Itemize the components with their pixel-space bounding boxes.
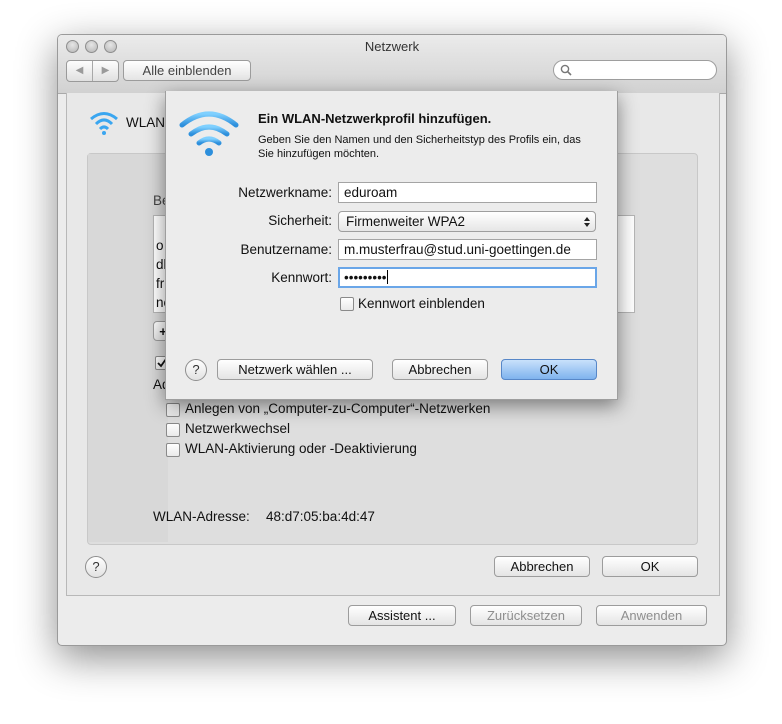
wlan-toggle-label: WLAN-Aktivierung oder -Deaktivierung — [185, 441, 417, 456]
reset-button[interactable]: Zurücksetzen — [470, 605, 582, 626]
ok-button[interactable]: OK — [602, 556, 698, 577]
apply-button[interactable]: Anwenden — [596, 605, 707, 626]
password-field[interactable]: ••••••••• — [338, 267, 597, 288]
add-wlan-profile-sheet: Ein WLAN-Netzwerkprofil hinzufügen. Gebe… — [165, 91, 618, 400]
wlan-address-label: WLAN-Adresse: — [153, 509, 250, 524]
assistant-button[interactable]: Assistent ... — [348, 605, 456, 626]
cancel-button[interactable]: Abbrechen — [392, 359, 488, 380]
help-button[interactable]: ? — [185, 359, 207, 381]
title-bar: Netzwerk ◀ ▶ Alle einblenden — [58, 35, 726, 94]
updown-arrows-icon — [584, 217, 590, 227]
network-switch-label: Netzwerkwechsel — [185, 421, 291, 436]
computer-to-computer-checkbox[interactable] — [166, 403, 180, 417]
network-name-field[interactable]: eduroam — [338, 182, 597, 203]
security-popup[interactable]: Firmenweiter WPA2 — [338, 211, 596, 232]
list-item: fr — [156, 276, 165, 291]
username-field[interactable]: m.musterfrau@stud.uni-goettingen.de — [338, 239, 597, 260]
security-value: Firmenweiter WPA2 — [346, 214, 466, 229]
network-name-label: Netzwerkname: — [238, 185, 332, 200]
ok-button[interactable]: OK — [501, 359, 597, 380]
sheet-subtitle: Geben Sie den Namen und den Sicherheitst… — [258, 134, 581, 160]
choose-network-button[interactable]: Netzwerk wählen ... — [217, 359, 373, 380]
show-password-label: Kennwort einblenden — [358, 296, 485, 311]
username-label: Benutzername: — [240, 242, 332, 257]
show-password-checkbox[interactable] — [340, 297, 354, 311]
window-title: Netzwerk — [364, 39, 420, 54]
text-cursor — [386, 270, 388, 284]
wlan-toggle-checkbox[interactable] — [166, 443, 180, 457]
list-item: o — [156, 238, 164, 253]
search-icon — [560, 64, 572, 76]
service-list — [88, 154, 168, 542]
wifi-icon — [179, 111, 239, 156]
show-all-button[interactable]: Alle einblenden — [123, 60, 251, 81]
computer-to-computer-label: Anlegen von „Computer-zu-Computer“-Netzw… — [185, 401, 491, 416]
network-switch-checkbox[interactable] — [166, 423, 180, 437]
search-input[interactable] — [553, 60, 717, 80]
forward-icon[interactable]: ▶ — [93, 61, 118, 81]
wifi-icon — [90, 112, 118, 135]
security-label: Sicherheit: — [268, 213, 332, 228]
service-name: WLAN — [126, 115, 166, 130]
cancel-button[interactable]: Abbrechen — [494, 556, 590, 577]
sheet-title: Ein WLAN-Netzwerkprofil hinzufügen. — [258, 111, 492, 126]
back-forward-control: ◀ ▶ — [66, 60, 119, 82]
help-button[interactable]: ? — [85, 556, 107, 578]
wlan-address-value: 48:d7:05:ba:4d:47 — [266, 509, 375, 524]
password-label: Kennwort: — [271, 270, 332, 285]
password-value: ••••••••• — [344, 270, 387, 285]
back-icon[interactable]: ◀ — [67, 61, 93, 81]
